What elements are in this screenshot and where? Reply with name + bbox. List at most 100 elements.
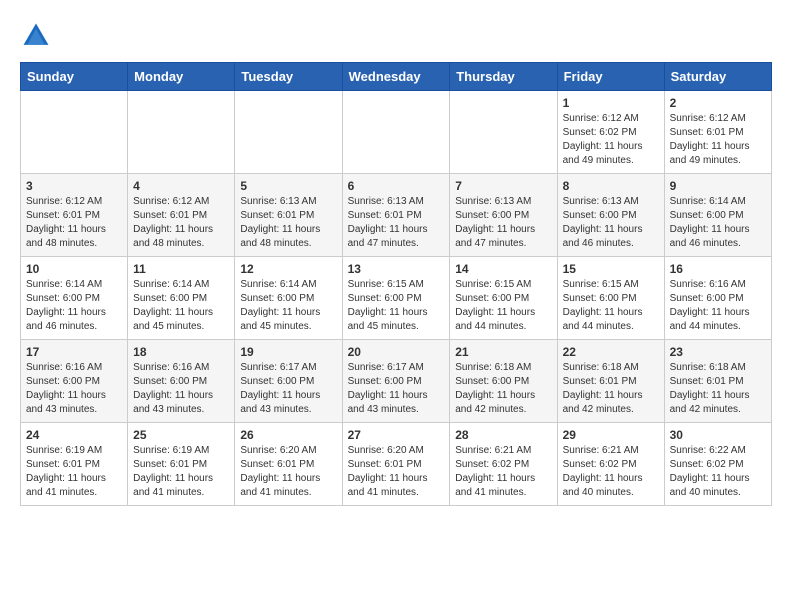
day-info: Sunrise: 6:14 AM Sunset: 6:00 PM Dayligh… — [133, 278, 229, 334]
day-number: 22 — [563, 345, 659, 359]
day-info: Sunrise: 6:13 AM Sunset: 6:00 PM Dayligh… — [563, 195, 659, 251]
day-number: 4 — [133, 179, 229, 193]
calendar-cell: 6Sunrise: 6:13 AM Sunset: 6:01 PM Daylig… — [342, 174, 450, 257]
day-info: Sunrise: 6:16 AM Sunset: 6:00 PM Dayligh… — [670, 278, 766, 334]
day-number: 20 — [348, 345, 445, 359]
calendar-cell: 26 Sunrise: 6:20 AM Sunset: 6:01 PM Dayli… — [235, 423, 342, 506]
day-info: Sunrise: 6:15 AM Sunset: 6:00 PM Dayligh… — [348, 278, 445, 334]
day-number: 18 — [133, 345, 229, 359]
calendar-cell: 17 Sunrise: 6:16 AM Sunset: 6:00 PM Dayli… — [21, 340, 128, 423]
day-info: Sunrise: 6:14 AM Sunset: 6:00 PM Dayligh… — [670, 195, 766, 251]
column-header-thursday: Thursday — [450, 63, 557, 91]
day-info: Sunrise: 6:13 AM Sunset: 6:01 PM Dayligh… — [240, 195, 336, 251]
day-number: 6 — [348, 179, 445, 193]
day-number: 10 — [26, 262, 122, 276]
calendar-cell: 12 Sunrise: 6:14 AM Sunset: 6:00 PM Dayli… — [235, 257, 342, 340]
day-info: Sunrise: 6:12 AM Sunset: 6:01 PM Dayligh… — [670, 112, 766, 168]
week-row-4: 17 Sunrise: 6:16 AM Sunset: 6:00 PM Dayli… — [21, 340, 772, 423]
day-info: Sunrise: 6:18 AM Sunset: 6:01 PM Dayligh… — [670, 361, 766, 417]
calendar-cell: 22 Sunrise: 6:18 AM Sunset: 6:01 PM Dayli… — [557, 340, 664, 423]
calendar-cell — [450, 91, 557, 174]
day-number: 12 — [240, 262, 336, 276]
day-info: Sunrise: 6:12 AM Sunset: 6:01 PM Dayligh… — [133, 195, 229, 251]
calendar-cell: 2 Sunrise: 6:12 AM Sunset: 6:01 PM Daylig… — [664, 91, 771, 174]
day-info: Sunrise: 6:15 AM Sunset: 6:00 PM Dayligh… — [563, 278, 659, 334]
calendar-cell — [235, 91, 342, 174]
day-number: 26 — [240, 428, 336, 442]
logo — [20, 20, 56, 52]
day-info: Sunrise: 6:22 AM Sunset: 6:02 PM Dayligh… — [670, 444, 766, 500]
day-number: 25 — [133, 428, 229, 442]
calendar-cell: 24 Sunrise: 6:19 AM Sunset: 6:01 PM Dayli… — [21, 423, 128, 506]
calendar-cell: 14 Sunrise: 6:15 AM Sunset: 6:00 PM Dayli… — [450, 257, 557, 340]
calendar-cell: 8 Sunrise: 6:13 AM Sunset: 6:00 PM Daylig… — [557, 174, 664, 257]
column-header-wednesday: Wednesday — [342, 63, 450, 91]
calendar-cell: 29 Sunrise: 6:21 AM Sunset: 6:02 PM Dayli… — [557, 423, 664, 506]
day-number: 11 — [133, 262, 229, 276]
day-number: 8 — [563, 179, 659, 193]
calendar-cell: 4 Sunrise: 6:12 AM Sunset: 6:01 PM Daylig… — [128, 174, 235, 257]
calendar-cell: 27 Sunrise: 6:20 AM Sunset: 6:01 PM Dayli… — [342, 423, 450, 506]
logo-icon — [20, 20, 52, 52]
calendar-table: SundayMondayTuesdayWednesdayThursdayFrid… — [20, 62, 772, 506]
day-info: Sunrise: 6:15 AM Sunset: 6:00 PM Dayligh… — [455, 278, 551, 334]
day-number: 30 — [670, 428, 766, 442]
week-row-5: 24 Sunrise: 6:19 AM Sunset: 6:01 PM Dayli… — [21, 423, 772, 506]
day-number: 15 — [563, 262, 659, 276]
day-info: Sunrise: 6:12 AM Sunset: 6:02 PM Dayligh… — [563, 112, 659, 168]
day-number: 14 — [455, 262, 551, 276]
day-number: 17 — [26, 345, 122, 359]
calendar-cell: 11 Sunrise: 6:14 AM Sunset: 6:00 PM Dayli… — [128, 257, 235, 340]
day-info: Sunrise: 6:20 AM Sunset: 6:01 PM Dayligh… — [348, 444, 445, 500]
calendar-cell: 16 Sunrise: 6:16 AM Sunset: 6:00 PM Dayli… — [664, 257, 771, 340]
day-number: 7 — [455, 179, 551, 193]
calendar-cell: 7 Sunrise: 6:13 AM Sunset: 6:00 PM Daylig… — [450, 174, 557, 257]
calendar-cell: 10Sunrise: 6:14 AM Sunset: 6:00 PM Dayli… — [21, 257, 128, 340]
day-number: 27 — [348, 428, 445, 442]
day-info: Sunrise: 6:21 AM Sunset: 6:02 PM Dayligh… — [563, 444, 659, 500]
week-row-3: 10 Sunrise: 6:14 AM Sunset: 6:00 PM Dayli… — [21, 257, 772, 340]
page-header — [20, 20, 772, 52]
day-info: Sunrise: 6:18 AM Sunset: 6:00 PM Dayligh… — [455, 361, 551, 417]
day-number: 13 — [348, 262, 445, 276]
day-info: Sunrise: 6:13 AM Sunset: 6:00 PM Dayligh… — [455, 195, 551, 251]
day-info: Sunrise: 6:19 AM Sunset: 6:01 PM Dayligh… — [133, 444, 229, 500]
calendar-cell — [342, 91, 450, 174]
calendar-cell: 5 Sunrise: 6:13 AM Sunset: 6:01 PM Daylig… — [235, 174, 342, 257]
day-number: 21 — [455, 345, 551, 359]
day-number: 29 — [563, 428, 659, 442]
calendar-header: SundayMondayTuesdayWednesdayThursdayFrid… — [21, 63, 772, 91]
day-info: Sunrise: 6:19 AM Sunset: 6:01 PM Dayligh… — [26, 444, 122, 500]
calendar-cell: 25 Sunrise: 6:19 AM Sunset: 6:01 PM Dayli… — [128, 423, 235, 506]
column-header-saturday: Saturday — [664, 63, 771, 91]
calendar-cell: 30 Sunrise: 6:22 AM Sunset: 6:02 PM Dayli… — [664, 423, 771, 506]
day-info: Sunrise: 6:14 AM Sunset: 6:00 PM Dayligh… — [240, 278, 336, 334]
column-header-friday: Friday — [557, 63, 664, 91]
calendar-cell: 9Sunrise: 6:14 AM Sunset: 6:00 PM Daylig… — [664, 174, 771, 257]
day-info: Sunrise: 6:20 AM Sunset: 6:01 PM Dayligh… — [240, 444, 336, 500]
day-number: 2 — [670, 96, 766, 110]
day-number: 16 — [670, 262, 766, 276]
week-row-2: 3Sunrise: 6:12 AM Sunset: 6:01 PM Daylig… — [21, 174, 772, 257]
day-info: Sunrise: 6:18 AM Sunset: 6:01 PM Dayligh… — [563, 361, 659, 417]
day-info: Sunrise: 6:16 AM Sunset: 6:00 PM Dayligh… — [133, 361, 229, 417]
column-header-monday: Monday — [128, 63, 235, 91]
header-row: SundayMondayTuesdayWednesdayThursdayFrid… — [21, 63, 772, 91]
day-info: Sunrise: 6:17 AM Sunset: 6:00 PM Dayligh… — [240, 361, 336, 417]
calendar-cell — [21, 91, 128, 174]
day-info: Sunrise: 6:16 AM Sunset: 6:00 PM Dayligh… — [26, 361, 122, 417]
calendar-cell: 19 Sunrise: 6:17 AM Sunset: 6:00 PM Dayli… — [235, 340, 342, 423]
day-info: Sunrise: 6:21 AM Sunset: 6:02 PM Dayligh… — [455, 444, 551, 500]
calendar-cell — [128, 91, 235, 174]
week-row-1: 1Sunrise: 6:12 AM Sunset: 6:02 PM Daylig… — [21, 91, 772, 174]
calendar-cell: 18 Sunrise: 6:16 AM Sunset: 6:00 PM Dayli… — [128, 340, 235, 423]
day-number: 5 — [240, 179, 336, 193]
day-number: 28 — [455, 428, 551, 442]
column-header-sunday: Sunday — [21, 63, 128, 91]
day-number: 19 — [240, 345, 336, 359]
day-info: Sunrise: 6:12 AM Sunset: 6:01 PM Dayligh… — [26, 195, 122, 251]
calendar-cell: 13 Sunrise: 6:15 AM Sunset: 6:00 PM Dayli… — [342, 257, 450, 340]
calendar-cell: 23 Sunrise: 6:18 AM Sunset: 6:01 PM Dayli… — [664, 340, 771, 423]
day-number: 24 — [26, 428, 122, 442]
day-number: 23 — [670, 345, 766, 359]
